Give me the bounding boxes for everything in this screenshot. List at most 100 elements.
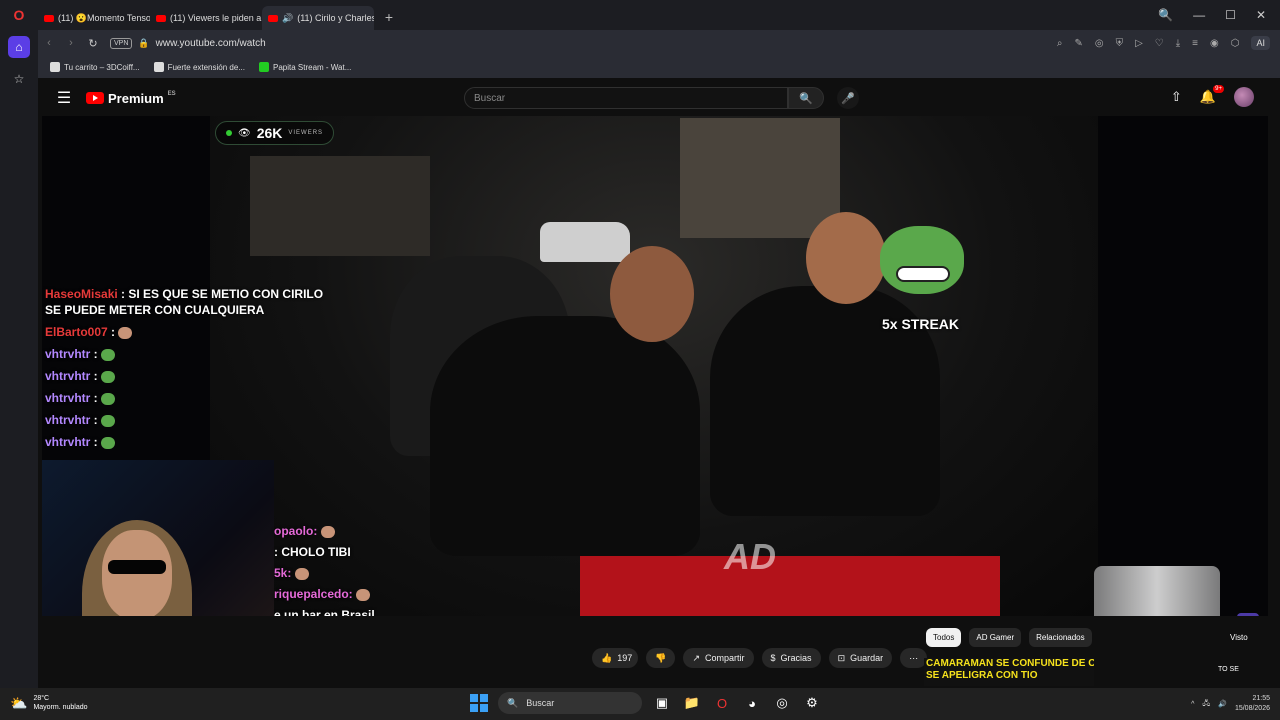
play-icon[interactable]: ▷ [1135,38,1143,49]
taskbar-search[interactable]: 🔍 Buscar [498,692,642,714]
avatar[interactable] [1234,87,1254,107]
star-icon[interactable]: ☆ [8,68,30,90]
chevron-up-icon[interactable]: ^ [1191,701,1194,708]
save-button[interactable]: ⊡ Guardar [828,648,893,668]
chrome-icon[interactable]: ◎ [772,693,792,713]
reload-icon[interactable]: ↻ [82,37,104,50]
chat-separator: : [90,369,102,383]
viewer-count: 26K [256,125,283,141]
brand-label: Premium [108,90,164,106]
tab-momento-tenso[interactable]: (11) 😮Momento Tenso E [38,6,150,30]
system-tray: ^ 🖧 🔊 21:55 15/08/2026 [1191,694,1270,714]
settings-icon[interactable]: ⚙ [802,693,822,713]
menu-icon[interactable]: ≡ [1192,38,1198,49]
table-shape [580,556,1000,616]
bookmark-item[interactable]: Tu carrito – 3DCoiff... [50,62,140,72]
lock-icon: 🔒 [138,37,150,48]
streamer-webcam [42,460,274,616]
close-button[interactable]: ✕ [1256,8,1266,22]
cloud-sun-icon: ⛅ [10,694,28,711]
windows-start-icon[interactable] [470,694,488,712]
tab-search-icon[interactable]: 🔍 [1158,8,1173,22]
discord-icon[interactable]: ◕ [742,693,762,713]
home-icon[interactable]: ⌂ [8,36,30,58]
shield-icon[interactable]: ⛨ [1116,38,1124,49]
recommended-video-thumbnail[interactable]: CAMARAMAN SE CONFUNDE DE CU SE APELIGRA … [924,658,1094,686]
minimize-button[interactable]: — [1193,8,1205,22]
chat-username: 5k: [274,566,292,580]
chat-separator: : [90,435,102,449]
below-video: Todos AD Gamer Relacionados Visto 👍 197 … [42,616,1268,688]
voice-search-button[interactable]: 🎤 [837,87,859,109]
tab-cirilo-charles[interactable]: 🔊 (11) Cirilo y Charles sa [262,6,374,30]
recommendation-chips: Todos AD Gamer Relacionados [926,628,1092,647]
download-icon[interactable]: ⤓ [1176,38,1180,49]
emote-icon [294,567,309,580]
chat-username: vhtrvhtr [45,435,91,449]
opera-icon[interactable]: O [712,693,732,713]
chip-relacionados[interactable]: Relacionados [1029,628,1092,647]
upload-icon[interactable]: ⇧ [1171,89,1182,105]
weather-widget[interactable]: ⛅ 28°C Mayorm. nublado [10,694,88,712]
youtube-favicon-icon [156,14,166,22]
bookmark-favicon-icon [50,62,60,72]
back-icon[interactable]: ‹ [38,37,60,49]
new-tab-button[interactable]: + [378,6,400,28]
chip-ad-gamer[interactable]: AD Gamer [969,628,1022,647]
head-shape [610,246,694,342]
camera-icon[interactable]: ◎ [1095,38,1104,49]
thanks-label: Gracias [780,653,812,663]
profile-icon[interactable]: ◉ [1210,38,1219,49]
notifications-button[interactable]: 🔔 9+ [1200,85,1224,105]
taskbar-apps: 🔍 Buscar ▣ 📁 O ◕ ◎ ⚙ [470,692,822,714]
chat-username: HaseoMisaki [45,287,118,301]
speaker-icon[interactable]: 🔊 [282,13,293,24]
chip-visto[interactable]: Visto [1230,628,1248,647]
chat-overlay-partial: opaolo: : CHOLO TIBI 5k: riquepalcedo: e… [274,523,375,616]
chat-message: vhtrvhtr : [45,434,325,450]
opera-logo-icon[interactable]: O [0,0,38,30]
maximize-button[interactable]: ☐ [1225,8,1236,22]
share-button[interactable]: ↗ Compartir [683,648,754,668]
chat-separator: : [90,391,102,405]
date: 15/08/2026 [1234,705,1270,712]
network-icon[interactable]: 🖧 [1202,699,1210,710]
bookmark-icon: ⊡ [837,652,846,663]
pepe-emote-icon [101,348,116,361]
volume-icon[interactable]: 🔊 [1218,700,1227,708]
youtube-logo[interactable]: Premium ES [86,91,176,106]
edit-icon[interactable]: ✎ [1074,38,1082,49]
eye-icon: 👁 [238,127,251,139]
ai-button[interactable]: AI [1251,36,1270,50]
chip-todos[interactable]: Todos [926,628,962,647]
address-bar-tools: ⌕ ✎ ◎ ⛨ ▷ ♡ ⤓ ≡ ◉ ⬡ AI [1057,30,1270,56]
bookmarks-bar: Tu carrito – 3DCoiff... Fuerte extensión… [38,56,1280,78]
bookmark-label: Papita Stream - Wat... [272,62,352,72]
extensions-icon[interactable]: ⬡ [1231,38,1240,49]
bookmark-item[interactable]: Fuerte extensión de... [153,62,245,72]
header-actions: ⇧ 🔔 9+ [1171,85,1254,107]
search-button[interactable]: 🔍 [788,87,824,109]
tab-viewers[interactable]: (11) Viewers le piden a KI [150,6,262,30]
heart-icon[interactable]: ♡ [1155,38,1164,49]
browser-tab-bar: O (11) 😮Momento Tenso E (11) Viewers le … [0,0,1280,30]
like-button[interactable]: 👍 197 [592,648,639,668]
vpn-badge[interactable]: VPN [110,37,133,49]
file-explorer-icon[interactable]: 📁 [682,693,702,713]
hamburger-menu-icon[interactable]: ☰ [42,88,86,108]
chat-separator: : [117,287,129,301]
building-shape [680,118,840,238]
url-field[interactable]: www.youtube.com/watch [156,38,266,49]
task-view-icon[interactable]: ▣ [652,693,672,713]
live-dot-icon [226,130,232,136]
bookmark-item[interactable]: Papita Stream - Wat... [258,62,352,72]
pepe-emote-icon [101,370,116,383]
chat-separator: : [90,413,102,427]
thanks-button[interactable]: $ Gracias [761,648,821,668]
forward-icon[interactable]: › [60,37,82,49]
clock[interactable]: 21:55 15/08/2026 [1235,694,1270,714]
zoom-icon[interactable]: ⌕ [1057,38,1063,49]
dislike-button[interactable]: 👎 [646,648,676,668]
video-player[interactable]: 👁 26K VIEWERS 5x STREAK HaseoMisaki : SI… [42,116,1268,616]
search-input[interactable]: Buscar [464,87,788,109]
